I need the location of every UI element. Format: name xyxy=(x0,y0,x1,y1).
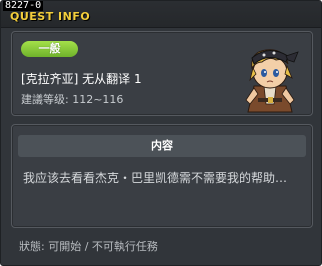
quest-info-window: QUEST INFO 8227-0 一般 [克拉齐亚] 无从翻译 1 建議等级:… xyxy=(0,0,322,266)
quest-status: 狀態: 可開始 / 不可執行任務 xyxy=(19,240,158,253)
title-bar[interactable]: QUEST INFO xyxy=(1,1,321,28)
content-header: 内容 xyxy=(18,135,306,157)
quest-name: [克拉齐亚] 无从翻译 1 xyxy=(21,72,142,86)
quest-level-requirement: 建議等级: 112~116 xyxy=(21,93,124,106)
window-title: QUEST INFO xyxy=(10,10,91,23)
content-text: 我应该去看看杰克・巴里凯德需不需要我的帮助… xyxy=(23,171,288,185)
window-id-label: 8227-0 xyxy=(3,0,44,11)
npc-portrait-icon xyxy=(245,49,299,113)
quest-category-badge: 一般 xyxy=(21,41,78,57)
quest-content-panel: 内容 我应该去看看杰克・巴里凯德需不需要我的帮助… xyxy=(11,124,313,228)
quest-summary-panel: 一般 [克拉齐亚] 无从翻译 1 建議等级: 112~116 xyxy=(11,31,313,116)
